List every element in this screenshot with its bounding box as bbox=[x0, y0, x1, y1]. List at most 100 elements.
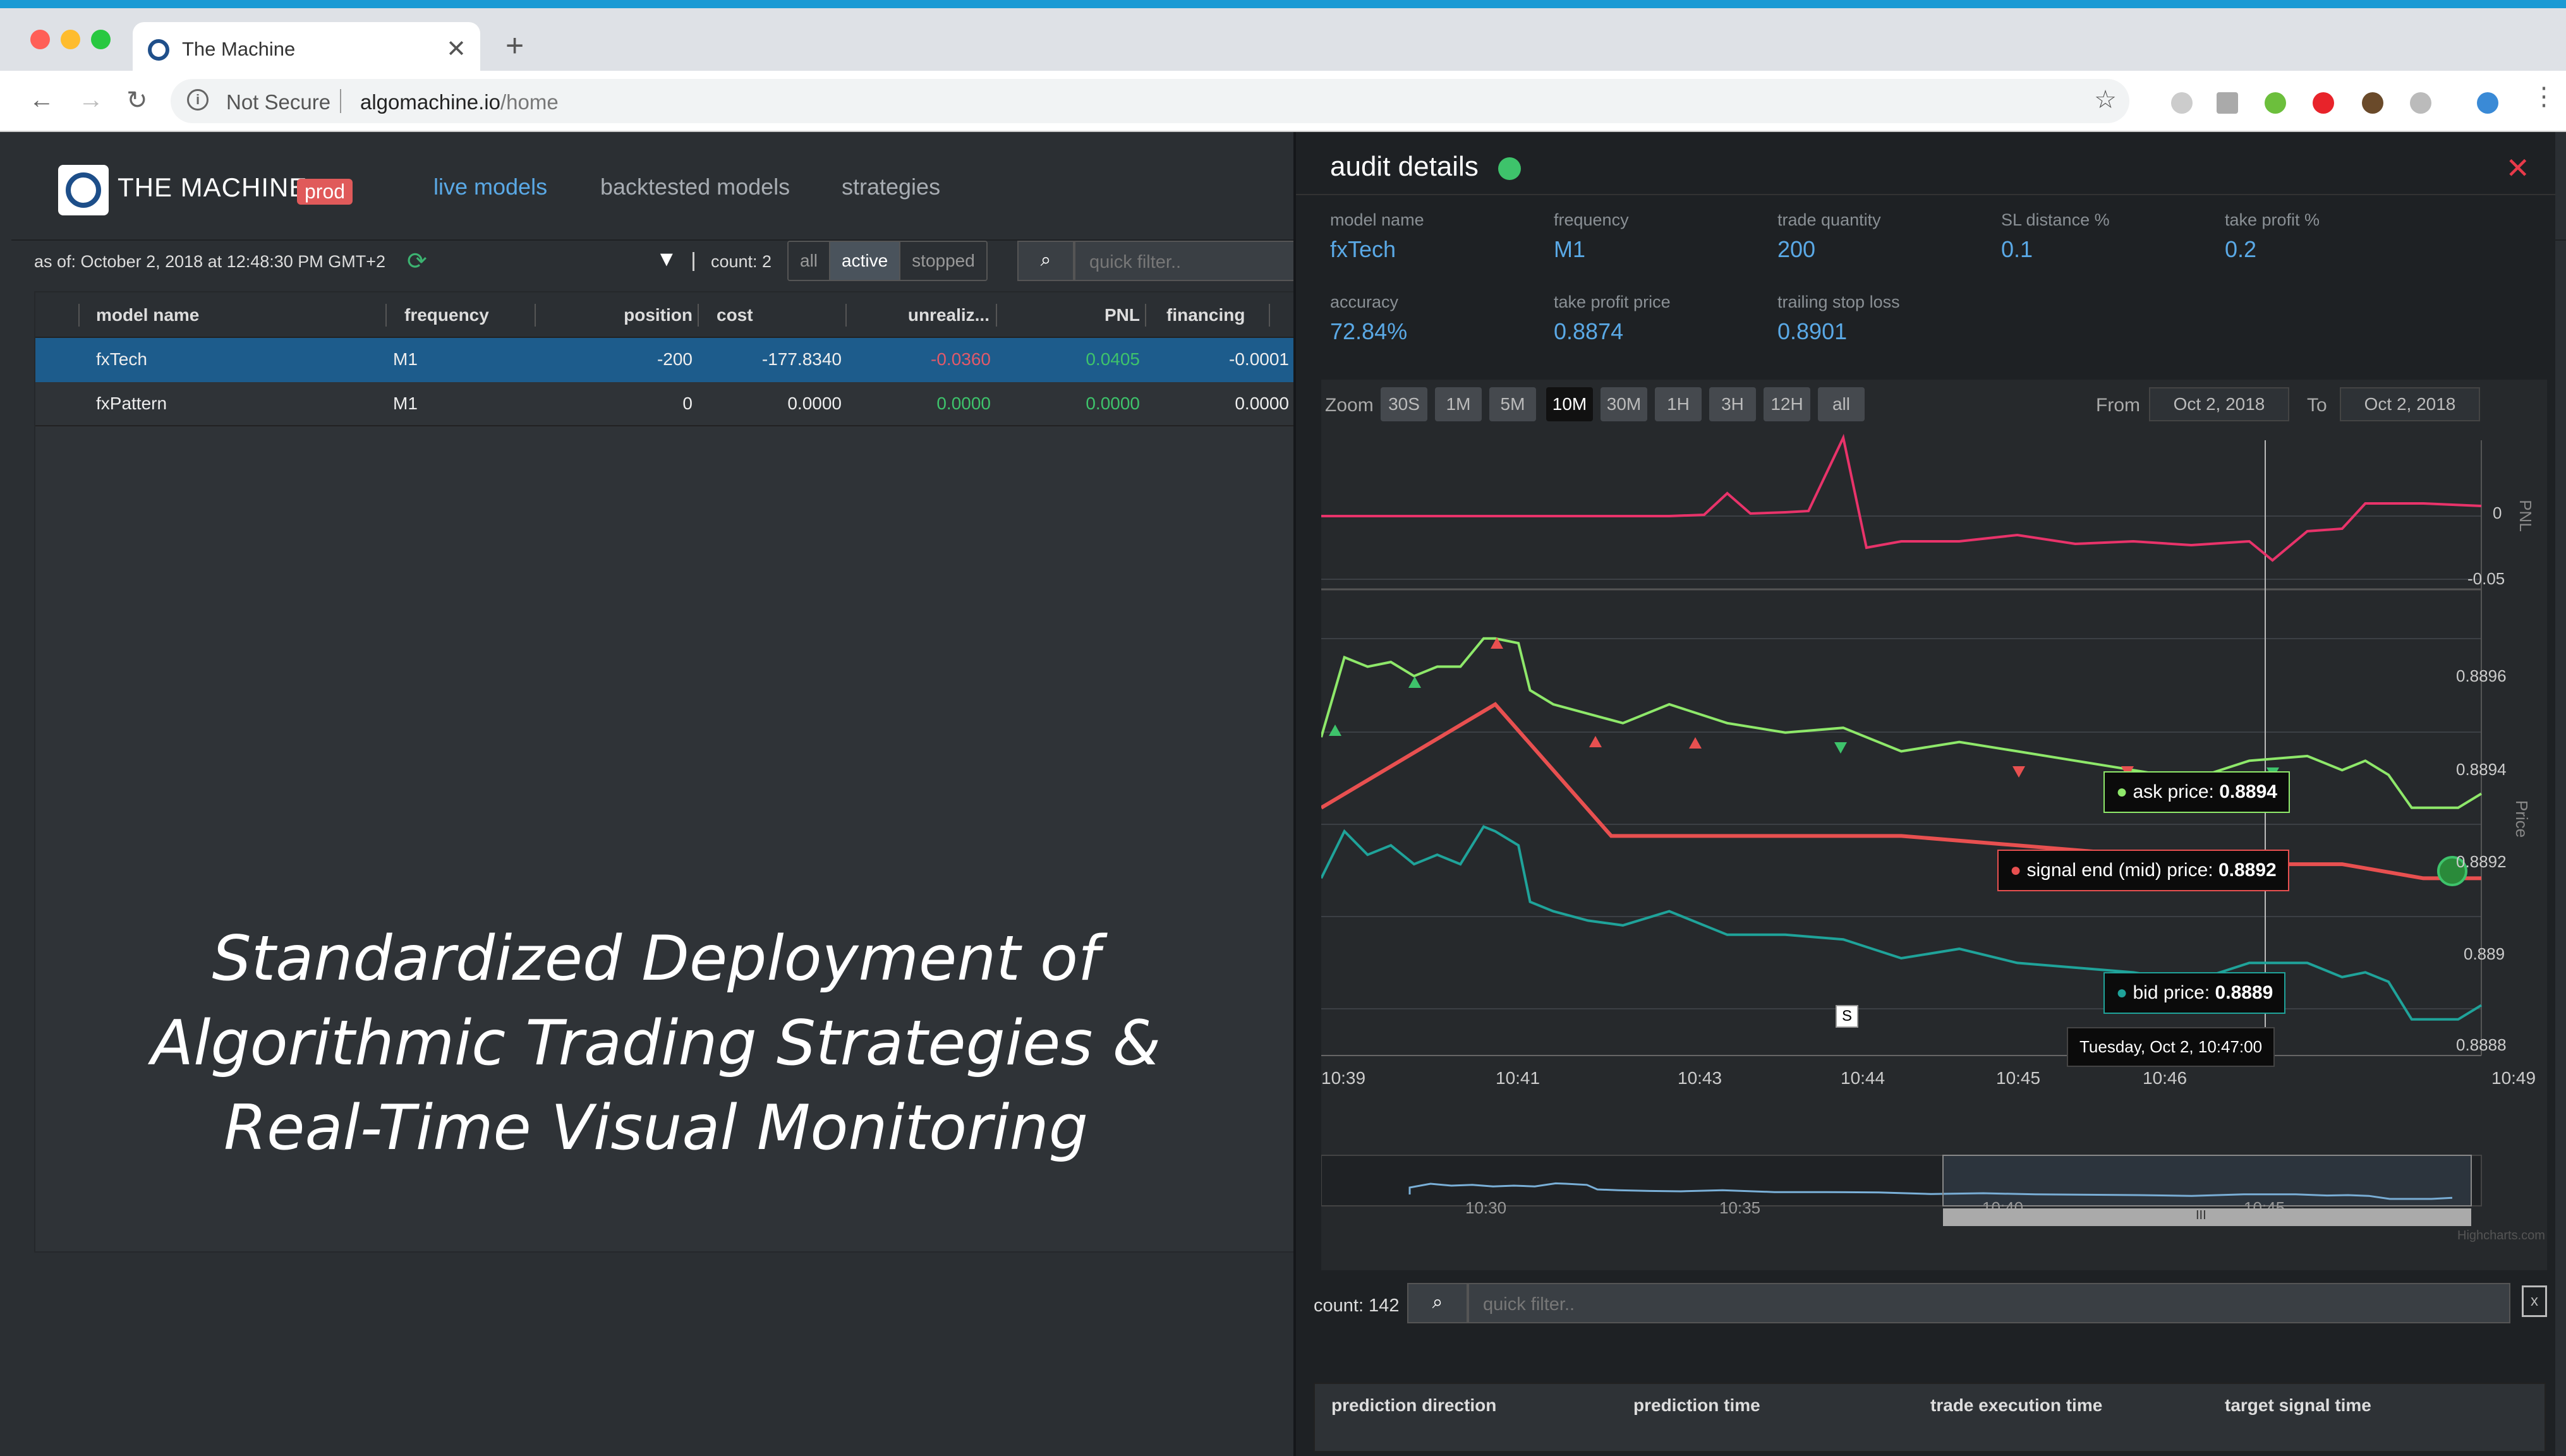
cell-unrealized: -0.0360 bbox=[931, 349, 991, 369]
favicon-icon bbox=[148, 39, 169, 61]
refresh-icon[interactable]: ⟳ bbox=[407, 247, 427, 275]
buy-signal-marker bbox=[1689, 737, 1702, 749]
url-host: algomachine.io bbox=[360, 90, 500, 114]
segment-stopped[interactable]: stopped bbox=[900, 242, 986, 280]
extension-icon[interactable] bbox=[2171, 92, 2193, 114]
metric-value: M1 bbox=[1554, 236, 1586, 262]
close-window-button[interactable] bbox=[30, 30, 50, 49]
browser-tab[interactable]: The Machine ✕ bbox=[133, 22, 480, 71]
flag-marker[interactable]: S bbox=[1836, 1005, 1859, 1028]
signal-price-tooltip: ● signal end (mid) price: 0.8892 bbox=[1997, 850, 2289, 891]
predictions-grid-header: prediction direction prediction time tra… bbox=[1314, 1383, 2546, 1452]
sell-signal-marker bbox=[2012, 766, 2025, 778]
cell-position: -200 bbox=[657, 349, 693, 369]
metric-sl-distance: SL distance % 0.1 bbox=[2001, 210, 2110, 263]
column-header-trade-execution-time[interactable]: trade execution time bbox=[1930, 1395, 2102, 1416]
extension-icon[interactable] bbox=[2362, 92, 2383, 114]
export-excel-icon[interactable]: x bbox=[2522, 1285, 2547, 1317]
search-button[interactable]: ⌕ bbox=[1017, 241, 1074, 281]
price-tick-1: 0.8894 bbox=[2456, 760, 2507, 779]
scrollbar-grip-icon: III bbox=[2196, 1208, 2206, 1222]
column-header-financing[interactable]: financing bbox=[1166, 305, 1245, 325]
tab-strip: The Machine ✕ + bbox=[0, 8, 2566, 71]
hero-caption: Standardized Deployment of Algorithmic T… bbox=[62, 917, 1250, 1170]
segment-all[interactable]: all bbox=[789, 242, 830, 280]
column-header-position[interactable]: position bbox=[585, 305, 693, 325]
grid-header: model name frequency position cost unrea… bbox=[35, 292, 1299, 338]
series-line-bid-price bbox=[1321, 825, 2483, 1021]
chart-canvas[interactable] bbox=[1321, 380, 2547, 1270]
navigator-tick-0: 10:30 bbox=[1465, 1198, 1507, 1217]
minimize-window-button[interactable] bbox=[61, 30, 80, 49]
signal-label: signal end (mid) price: bbox=[2026, 860, 2213, 881]
cell-financing: -0.0001 bbox=[1229, 349, 1289, 369]
buy-signal-marker bbox=[1408, 677, 1421, 688]
segment-active[interactable]: active bbox=[829, 242, 901, 280]
extension-icon[interactable] bbox=[2265, 92, 2286, 114]
buy-signal-marker bbox=[1329, 725, 1341, 736]
tab-close-icon[interactable]: ✕ bbox=[446, 35, 466, 63]
navigator-scrollbar[interactable]: III bbox=[1943, 1208, 2471, 1226]
bookmark-star-icon[interactable]: ☆ bbox=[2094, 85, 2117, 114]
column-header-cost[interactable]: cost bbox=[717, 305, 753, 325]
nav-strategies[interactable]: strategies bbox=[842, 174, 940, 200]
metric-take-profit-price: take profit price 0.8874 bbox=[1554, 292, 1671, 345]
status-dot-icon bbox=[1498, 157, 1521, 180]
predictions-search-button[interactable]: ⌕ bbox=[1407, 1283, 1468, 1323]
table-row[interactable]: fxTech M1 -200 -177.8340 -0.0360 0.0405 … bbox=[35, 338, 1299, 382]
brand-name[interactable]: THE MACHINE bbox=[118, 172, 307, 203]
menu-kebab-icon[interactable]: ⋮ bbox=[2531, 82, 2557, 111]
column-header-prediction-time[interactable]: prediction time bbox=[1633, 1395, 1760, 1416]
zoom-window-button[interactable] bbox=[91, 30, 111, 49]
opera-extension-icon[interactable] bbox=[2313, 92, 2334, 114]
metric-trade-quantity: trade quantity 200 bbox=[1777, 210, 1881, 263]
metric-label: trade quantity bbox=[1777, 210, 1881, 229]
x-tick-4: 10:45 bbox=[1996, 1068, 2041, 1088]
predictions-quick-filter-input[interactable]: quick filter.. bbox=[1468, 1283, 2510, 1323]
nav-backtested-models[interactable]: backtested models bbox=[600, 174, 790, 200]
table-row[interactable]: fxPattern M1 0 0.0000 0.0000 0.0000 0.00… bbox=[35, 382, 1299, 426]
navigator-tick-1: 10:35 bbox=[1719, 1198, 1761, 1217]
cell-cost: 0.0000 bbox=[787, 394, 842, 413]
live-models-panel: as of: October 2, 2018 at 12:48:30 PM GM… bbox=[11, 241, 1302, 1456]
prediction-count: count: 142 bbox=[1314, 1296, 1400, 1316]
column-header-unrealized[interactable]: unrealiz... bbox=[857, 305, 989, 325]
back-icon[interactable]: ← bbox=[29, 86, 54, 114]
info-icon[interactable]: i bbox=[187, 89, 209, 111]
browser-window: The Machine ✕ + ← → ↻ i Not Secure algom… bbox=[0, 8, 2566, 1456]
new-tab-button[interactable]: + bbox=[505, 27, 524, 64]
price-tick-2: 0.8892 bbox=[2456, 852, 2507, 871]
filter-icon[interactable]: ▼ bbox=[656, 247, 677, 272]
metric-accuracy: accuracy 72.84% bbox=[1330, 292, 1407, 345]
metric-frequency: frequency M1 bbox=[1554, 210, 1629, 263]
extension-icon[interactable] bbox=[2217, 92, 2238, 114]
brand-logo[interactable] bbox=[58, 165, 109, 215]
metric-value: 0.1 bbox=[2001, 236, 2033, 262]
column-header-frequency[interactable]: frequency bbox=[404, 305, 489, 325]
cell-frequency: M1 bbox=[393, 349, 418, 369]
column-header-target-signal-time[interactable]: target signal time bbox=[2225, 1395, 2371, 1416]
extension-icon[interactable] bbox=[2410, 92, 2431, 114]
reload-icon[interactable]: ↻ bbox=[126, 86, 148, 115]
x-tick-0: 10:39 bbox=[1321, 1068, 1366, 1088]
hero-line-3: Real-Time Visual Monitoring bbox=[224, 1092, 1088, 1164]
close-icon[interactable]: ✕ bbox=[2505, 151, 2530, 185]
nav-live-models[interactable]: live models bbox=[433, 174, 547, 200]
column-header-pnl[interactable]: PNL bbox=[1021, 305, 1140, 325]
column-header-prediction-direction[interactable]: prediction direction bbox=[1331, 1395, 1496, 1416]
omnibox[interactable]: i Not Secure algomachine.io/home ☆ bbox=[171, 79, 2129, 123]
metric-value: 0.8901 bbox=[1777, 318, 1848, 344]
quick-filter-input[interactable]: quick filter.. bbox=[1074, 241, 1302, 281]
audit-title: audit details bbox=[1330, 151, 1479, 182]
pnl-tick-1: -0.05 bbox=[2467, 569, 2505, 588]
price-chart: Zoom 30S 1M 5M 10M 30M 1H 3H 12H all Fro… bbox=[1321, 380, 2547, 1270]
cell-model-name: fxTech bbox=[96, 349, 147, 369]
profile-globe-icon[interactable] bbox=[2477, 92, 2498, 114]
forward-icon[interactable]: → bbox=[78, 86, 104, 114]
pnl-axis-label: PNL bbox=[2515, 500, 2535, 532]
crosshair-time-label: Tuesday, Oct 2, 10:47:00 bbox=[2067, 1027, 2275, 1067]
cell-financing: 0.0000 bbox=[1235, 394, 1289, 413]
x-tick-2: 10:43 bbox=[1678, 1068, 1722, 1088]
chart-credit[interactable]: Highcharts.com bbox=[2457, 1229, 2545, 1243]
column-header-model-name[interactable]: model name bbox=[96, 305, 199, 325]
